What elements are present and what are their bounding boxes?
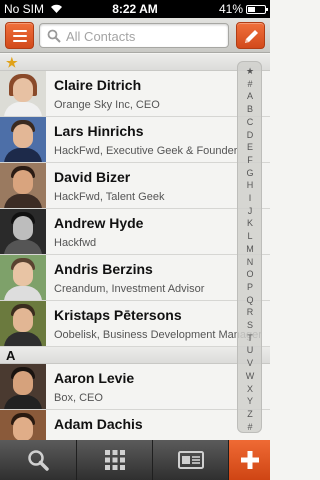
contact-row[interactable]: Andrew Hyde Hackfwd bbox=[0, 209, 270, 255]
index-letter[interactable]: Q bbox=[238, 295, 262, 305]
index-letter[interactable]: Z bbox=[238, 409, 262, 419]
avatar bbox=[0, 117, 46, 162]
contact-row[interactable]: Andris Berzins Creandum, Investment Advi… bbox=[0, 255, 270, 301]
avatar bbox=[0, 364, 46, 409]
section-header-a: A bbox=[0, 347, 270, 364]
contact-name: Adam Dachis bbox=[54, 416, 143, 432]
index-letter[interactable]: K bbox=[238, 218, 262, 228]
index-letter[interactable]: W bbox=[238, 371, 262, 381]
menu-icon bbox=[13, 30, 27, 32]
index-letter[interactable]: I bbox=[238, 193, 262, 203]
alphabet-index[interactable]: ★ # A B C D E F G H I J K L M N O P Q R S T U V W X Y Z # bbox=[237, 61, 262, 433]
avatar bbox=[0, 209, 46, 254]
avatar bbox=[0, 301, 46, 346]
pencil-icon bbox=[245, 30, 258, 43]
contact-name: Andris Berzins bbox=[54, 261, 153, 277]
index-letter[interactable]: N bbox=[238, 257, 262, 267]
contact-row[interactable]: Kristaps Pētersons Oobelisk, Business De… bbox=[0, 301, 270, 347]
index-letter[interactable]: F bbox=[238, 155, 262, 165]
contact-subtitle: Hackfwd bbox=[54, 237, 97, 249]
bottom-tab-bar bbox=[0, 440, 270, 480]
index-letter[interactable]: Y bbox=[238, 396, 262, 406]
contact-row[interactable]: Lars Hinrichs HackFwd, Executive Geek & … bbox=[0, 117, 270, 163]
search-icon bbox=[47, 29, 61, 43]
index-letter[interactable]: # bbox=[238, 79, 262, 89]
index-letter[interactable]: B bbox=[238, 104, 262, 114]
contact-name: Claire Ditrich bbox=[54, 77, 142, 93]
avatar bbox=[0, 71, 46, 116]
contact-subtitle: Box, CEO bbox=[54, 392, 103, 404]
index-letter[interactable]: X bbox=[238, 384, 262, 394]
index-letter[interactable]: M bbox=[238, 244, 262, 254]
search-field[interactable] bbox=[39, 23, 229, 48]
index-letter[interactable]: U bbox=[238, 345, 262, 355]
add-contact-tab[interactable] bbox=[229, 440, 270, 480]
card-icon bbox=[177, 451, 204, 469]
contact-subtitle: Orange Sky Inc, CEO bbox=[54, 99, 160, 111]
grid-icon bbox=[104, 450, 125, 470]
index-letter[interactable]: J bbox=[238, 206, 262, 216]
contact-name: Aaron Levie bbox=[54, 370, 135, 386]
contact-row[interactable]: Claire Ditrich Orange Sky Inc, CEO bbox=[0, 71, 270, 117]
index-letter[interactable]: C bbox=[238, 117, 262, 127]
contact-name: Andrew Hyde bbox=[54, 215, 144, 231]
battery-percent: 41% bbox=[218, 2, 243, 16]
card-tab[interactable] bbox=[153, 440, 229, 480]
contact-row[interactable]: Adam Dachis bbox=[0, 410, 270, 440]
contact-name: David Bizer bbox=[54, 169, 131, 185]
contact-subtitle: Oobelisk, Business Development Manager bbox=[54, 329, 262, 341]
index-letter[interactable]: A bbox=[238, 91, 262, 101]
contact-subtitle: Creandum, Investment Advisor bbox=[54, 283, 205, 295]
section-header-favorites: ★ bbox=[0, 54, 270, 71]
index-letter[interactable]: D bbox=[238, 130, 262, 140]
search-icon bbox=[28, 450, 49, 471]
contact-row[interactable]: Aaron Levie Box, CEO bbox=[0, 364, 270, 410]
contact-subtitle: HackFwd, Talent Geek bbox=[54, 191, 165, 203]
search-tab[interactable] bbox=[0, 440, 77, 480]
index-letter[interactable]: V bbox=[238, 358, 262, 368]
contact-list[interactable]: ★ Claire Ditrich Orange Sky Inc, CEO Lar… bbox=[0, 54, 270, 440]
index-letter[interactable]: G bbox=[238, 168, 262, 178]
battery-icon bbox=[246, 5, 268, 14]
star-icon: ★ bbox=[6, 55, 18, 70]
search-input[interactable] bbox=[66, 27, 224, 45]
top-toolbar bbox=[0, 18, 270, 53]
index-letter[interactable]: E bbox=[238, 142, 262, 152]
index-letter[interactable]: R bbox=[238, 307, 262, 317]
menu-button[interactable] bbox=[5, 22, 34, 49]
index-letter[interactable]: T bbox=[238, 333, 262, 343]
index-letter[interactable]: S bbox=[238, 320, 262, 330]
index-letter[interactable]: ★ bbox=[238, 66, 262, 77]
avatar bbox=[0, 163, 46, 208]
plus-icon bbox=[240, 451, 259, 469]
avatar bbox=[0, 410, 46, 440]
contact-subtitle: HackFwd, Executive Geek & Founder bbox=[54, 145, 238, 157]
avatar bbox=[0, 255, 46, 300]
index-letter[interactable]: H bbox=[238, 180, 262, 190]
edit-button[interactable] bbox=[236, 22, 265, 49]
contact-name: Lars Hinrichs bbox=[54, 123, 144, 139]
index-letter[interactable]: P bbox=[238, 282, 262, 292]
index-letter[interactable]: # bbox=[238, 422, 262, 432]
contact-name: Kristaps Pētersons bbox=[54, 307, 182, 323]
contact-row[interactable]: David Bizer HackFwd, Talent Geek bbox=[0, 163, 270, 209]
index-letter[interactable]: L bbox=[238, 231, 262, 241]
index-letter[interactable]: O bbox=[238, 269, 262, 279]
status-bar: No SIM 8:22 AM 41% bbox=[0, 0, 270, 18]
grid-tab[interactable] bbox=[77, 440, 153, 480]
